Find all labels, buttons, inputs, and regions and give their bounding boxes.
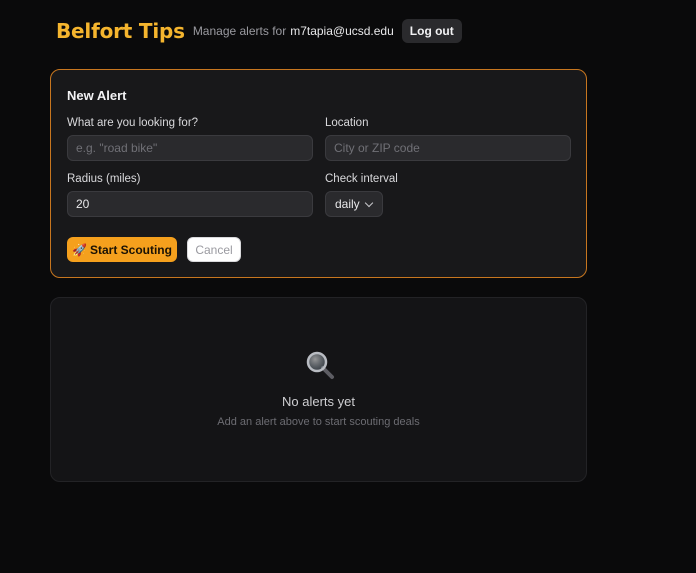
start-scouting-label: Start Scouting xyxy=(89,242,172,257)
query-label: What are you looking for? xyxy=(67,117,199,129)
magnifying-glass-icon xyxy=(306,351,334,379)
radius-input[interactable] xyxy=(67,191,313,217)
logout-button[interactable]: Log out xyxy=(401,19,462,43)
brand-title: Belfort Tips xyxy=(56,19,185,43)
rocket-icon: 🚀 xyxy=(72,242,87,257)
header: Belfort Tips Manage alerts for m7tapia@u… xyxy=(56,18,462,44)
query-input[interactable] xyxy=(67,135,313,161)
manage-alerts-text: Manage alerts for xyxy=(192,24,287,38)
cancel-button[interactable]: Cancel xyxy=(187,237,241,262)
alerts-empty-state: No alerts yet Add an alert above to star… xyxy=(50,297,587,482)
interval-value: daily xyxy=(335,197,360,211)
start-scouting-button[interactable]: 🚀 Start Scouting xyxy=(67,237,177,262)
empty-state-title: No alerts yet xyxy=(282,394,355,409)
location-input[interactable] xyxy=(325,135,571,161)
new-alert-card: New Alert What are you looking for? Loca… xyxy=(50,69,587,278)
empty-state-subtitle: Add an alert above to start scouting dea… xyxy=(217,416,420,428)
user-email: m7tapia@ucsd.edu xyxy=(290,24,394,38)
radius-label: Radius (miles) xyxy=(67,173,141,185)
interval-label: Check interval xyxy=(325,173,398,185)
chevron-down-icon xyxy=(364,198,374,208)
location-label: Location xyxy=(325,117,369,129)
new-alert-title: New Alert xyxy=(67,88,127,103)
interval-select[interactable]: daily xyxy=(325,191,383,217)
